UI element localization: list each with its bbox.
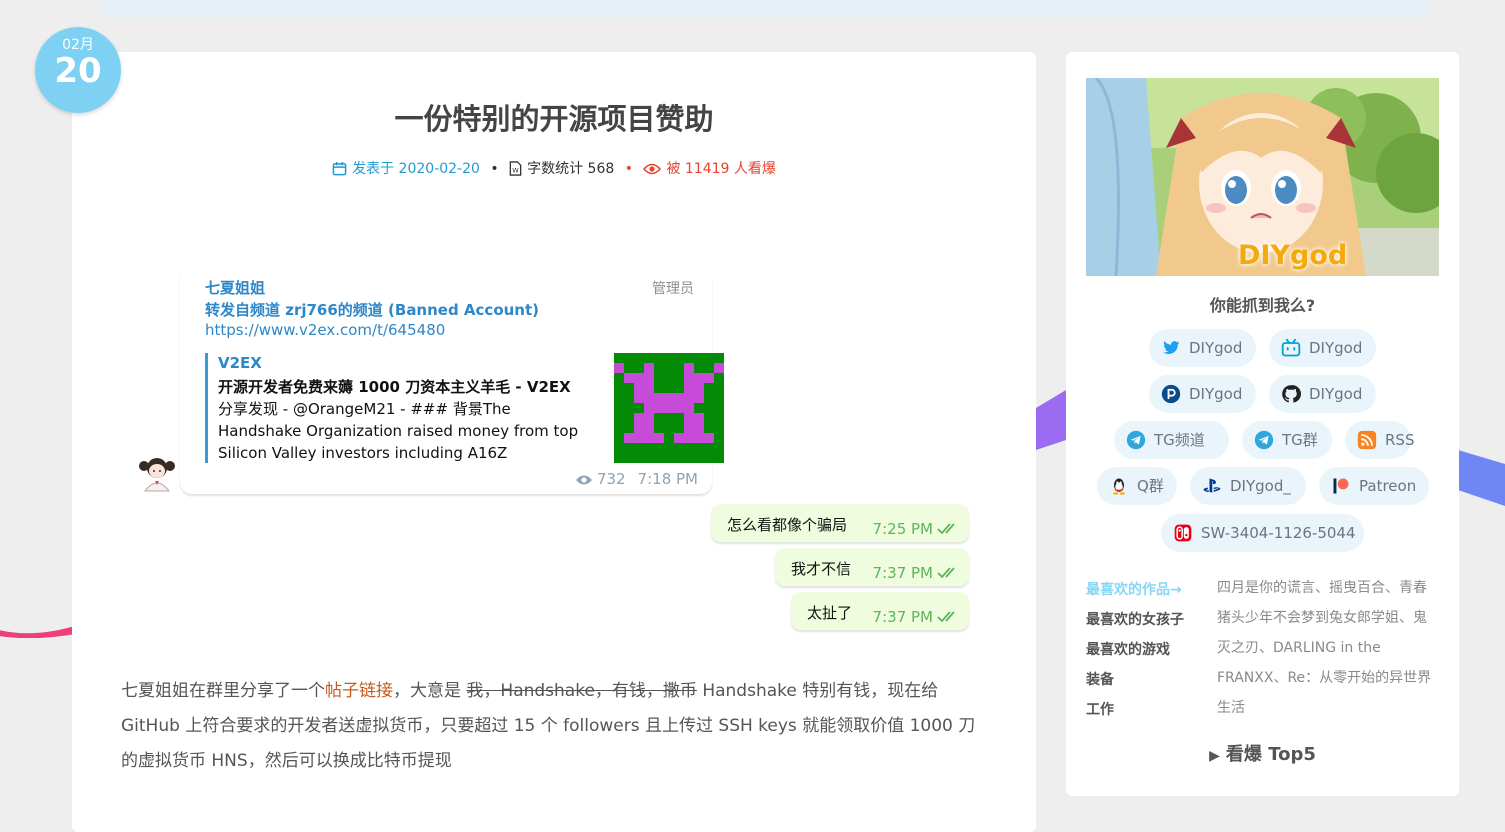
message-views: 732 [596, 470, 626, 488]
reply-text: 怎么看都像个骗局 [727, 516, 848, 534]
post-body: 七夏姐姐在群里分享了一个帖子链接，大意是 我，Handshake，有钱，撒币 H… [121, 681, 976, 771]
social-link-twitter[interactable]: DIYgod [1149, 329, 1256, 367]
top5-toggle[interactable]: ▶ 看爆 Top5 [1066, 740, 1459, 766]
playstation-icon [1203, 478, 1221, 493]
double-check-icon [937, 567, 955, 579]
double-check-icon [937, 611, 955, 623]
social-link-pixiv[interactable]: DIYgod [1149, 375, 1256, 413]
social-link-github[interactable]: DIYgod [1269, 375, 1376, 413]
reply-bubble: 太扯了 7:37 PM [791, 592, 969, 630]
view-count: 被 11419 人看爆 [643, 161, 776, 177]
favorite-tab-girl[interactable]: 最喜欢的女孩子 [1086, 609, 1184, 629]
reply-text: 太扯了 [807, 604, 853, 622]
decorative-ribbon [0, 626, 75, 638]
telegram-forwarded-message: 七夏姐姐 管理员 转发自频道 zrj766的频道 (Banned Account… [180, 268, 724, 494]
nintendo-switch-icon [1174, 524, 1192, 542]
message-time: 7:18 PM [637, 470, 698, 488]
favorite-tab-works[interactable]: 最喜欢的作品→ [1086, 579, 1182, 599]
calendar-icon [332, 161, 347, 176]
date-day: 20 [54, 51, 102, 91]
meta-separator: • [490, 161, 499, 177]
post-title[interactable]: 一份特别的开源项目赞助 [72, 96, 1036, 138]
reply-time: 7:25 PM [872, 520, 933, 538]
triangle-right-icon: ▶ [1209, 748, 1220, 764]
telegram-avatar [137, 452, 177, 492]
social-link-bilibili[interactable]: DIYgod [1269, 329, 1376, 367]
reply-text: 我才不信 [791, 560, 852, 578]
social-link-patreon[interactable]: Patreon [1319, 467, 1429, 505]
telegram-icon [1254, 430, 1274, 450]
rss-icon [1357, 430, 1377, 450]
sender-role: 管理员 [652, 281, 694, 297]
sidebar-question: 你能抓到我么? [1209, 296, 1316, 315]
link-preview[interactable]: V2EX 开源开发者免费来薅 1000 刀资本主义羊毛 - V2EX 分享发现 … [205, 353, 724, 463]
twitter-icon [1163, 341, 1180, 354]
favorite-content: 四月是你的谎言、摇曳百合、青春猪头少年不会梦到兔女郎学姐、鬼灭之刃、DARLIN… [1217, 580, 1432, 716]
bilibili-icon [1281, 338, 1301, 357]
preview-title: 开源开发者免费来薅 1000 刀资本主义羊毛 - V2EX [218, 378, 571, 396]
profile-banner[interactable]: DIYgod [1086, 78, 1439, 276]
social-link-playstation[interactable]: DIYgod_ [1190, 467, 1306, 505]
svg-text:W: W [512, 166, 519, 174]
favorite-tab-gear[interactable]: 装备 [1086, 669, 1114, 689]
top-banner-strip [100, 0, 1430, 18]
decorative-ribbon [1458, 450, 1505, 506]
sidebar-card: DIYgod 你能抓到我么? DIYgod DIYgod DIYgod DIYg… [1066, 52, 1459, 796]
strikethrough-text: 我，Handshake，有钱，撒币 [466, 681, 697, 701]
social-link-qq-group[interactable]: Q群 [1097, 467, 1177, 505]
social-link-telegram-channel[interactable]: TG频道 [1114, 421, 1229, 459]
telegram-icon [1126, 430, 1146, 450]
pixiv-icon [1161, 384, 1181, 404]
social-link-nintendo-switch[interactable]: SW-3404-1126-5044 [1161, 514, 1364, 552]
preview-description: 分享发现 - @OrangeM21 - ### 背景The Handshake … [218, 400, 579, 462]
social-link-telegram-group[interactable]: TG群 [1242, 421, 1332, 459]
decorative-ribbon [1036, 390, 1066, 450]
post-link[interactable]: 帖子链接 [325, 681, 393, 701]
meta-separator: • [624, 161, 633, 177]
reply-bubble: 怎么看都像个骗局 7:25 PM [711, 504, 969, 542]
message-link[interactable]: https://www.v2ex.com/t/645480 [205, 321, 445, 339]
preview-site: V2EX [218, 354, 262, 372]
eye-icon [575, 475, 592, 485]
v2ex-thumbnail-image [614, 353, 724, 463]
github-icon [1282, 385, 1301, 403]
banner-name: DIYgod [1238, 240, 1348, 271]
message-footer: 732 7:18 PM [575, 470, 698, 488]
patreon-icon [1333, 478, 1349, 494]
social-link-rss[interactable]: RSS [1345, 421, 1414, 459]
message-sender[interactable]: 七夏姐姐 [205, 277, 265, 298]
favorite-tab-games[interactable]: 最喜欢的游戏 [1086, 639, 1170, 659]
double-check-icon [937, 523, 955, 535]
reply-time: 7:37 PM [872, 564, 933, 582]
eye-icon [643, 163, 662, 175]
post-meta: 发表于 2020-02-20 • W 字数统计 568 • 被 11419 人看爆 [72, 158, 1036, 178]
top5-label: 看爆 Top5 [1225, 744, 1316, 765]
forwarded-from[interactable]: 转发自频道 zrj766的频道 (Banned Account) [205, 299, 539, 320]
word-count: W 字数统计 568 [509, 161, 619, 177]
reply-bubble: 我才不信 7:37 PM [775, 548, 969, 586]
reply-time: 7:37 PM [872, 608, 933, 626]
post-date: 发表于 2020-02-20 [332, 161, 484, 177]
favorite-tab-work[interactable]: 工作 [1086, 699, 1114, 719]
file-word-icon: W [509, 161, 522, 176]
qq-icon [1113, 478, 1125, 495]
